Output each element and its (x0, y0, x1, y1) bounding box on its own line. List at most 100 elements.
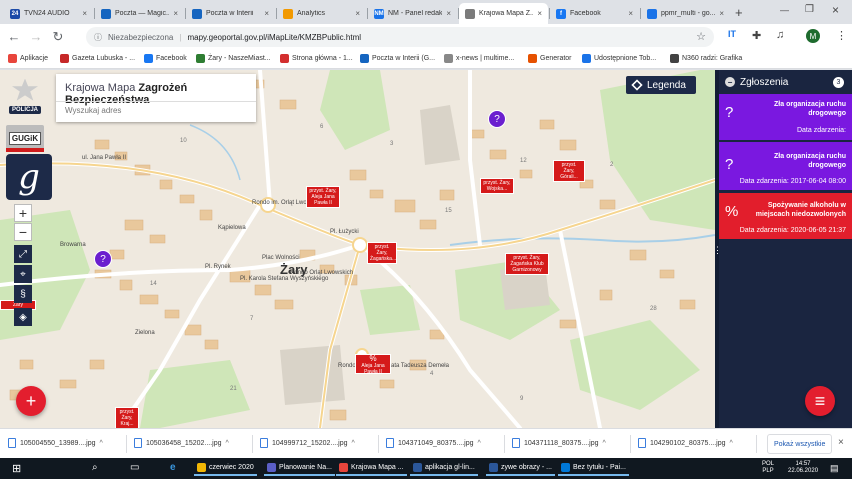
car-question-icon[interactable]: ? (488, 110, 506, 128)
close-tab-icon[interactable]: × (82, 9, 87, 18)
taskbar-app[interactable]: Bez tytułu - Pai... (558, 461, 629, 476)
forward-icon[interactable]: → (28, 29, 44, 44)
town-label: Żary (280, 262, 308, 277)
close-tab-icon[interactable]: × (173, 9, 178, 18)
edge-icon[interactable]: e (170, 462, 176, 473)
extension-icon[interactable]: IT (728, 29, 736, 39)
bookmark-item[interactable]: Gazeta Lubuska - ... (60, 54, 135, 63)
download-item[interactable]: 104371118_80375....jpg ^ (512, 438, 606, 448)
collapse-icon[interactable]: − (725, 77, 735, 87)
map-canvas[interactable]: 10 6 3 15 12 2 28 4 7 14 21 9 ul. Jana Pawła II R… (0, 70, 835, 428)
report-card[interactable]: ? Zła organizacja ruchu drogowego Data z… (719, 142, 852, 190)
close-tab-icon[interactable]: × (628, 9, 633, 18)
incident-marker[interactable]: przyst. Żary, Kraj... (115, 407, 139, 428)
locate-icon[interactable]: ⌖ (14, 265, 32, 283)
browser-tab[interactable]: NM NM - Panel redakc...× (368, 3, 457, 24)
bookmark-item[interactable]: N360 radzi: Grafika (670, 54, 742, 63)
fullscreen-icon[interactable]: ⤢ (14, 245, 32, 263)
show-all-downloads-button[interactable]: Pokaż wszystkie (767, 434, 833, 454)
close-tab-icon[interactable]: × (264, 9, 269, 18)
browser-tab[interactable]: f Facebook × (550, 3, 639, 24)
download-item[interactable]: 105036458_15202....jpg ^ (134, 438, 229, 448)
info-icon[interactable]: ⓘ (94, 32, 102, 43)
download-item[interactable]: 104290102_80375....jpg ^ (638, 438, 733, 448)
bookmark-item[interactable]: Strona główna - 1... (280, 54, 353, 63)
incident-marker[interactable]: przyst. Żary, Górali... (553, 160, 585, 182)
bookmark-item[interactable]: Aplikacje (8, 54, 48, 63)
download-item[interactable]: 105004550_13989....jpg ^ (8, 438, 103, 448)
reports-panel-title: Zgłoszenia (740, 76, 789, 88)
url-text[interactable]: mapy.geoportal.gov.pl/iMapLite/KMZBPubli… (187, 33, 361, 42)
report-card[interactable]: % Spożywanie alkoholu w miejscach niedoz… (719, 193, 852, 239)
incident-marker[interactable]: przyst. Żary, Żagańska... (367, 242, 397, 264)
chevron-up-icon[interactable]: ^ (730, 440, 733, 447)
menu-icon[interactable]: ⋮ (836, 29, 847, 42)
car-question-icon[interactable]: ? (94, 250, 112, 268)
bookmark-star-icon[interactable]: ☆ (696, 30, 706, 43)
browser-tab[interactable]: Poczta w Interii × (186, 3, 275, 24)
new-tab-button[interactable]: + (735, 5, 743, 20)
chevron-up-icon[interactable]: ^ (478, 440, 481, 447)
download-filename: 104999712_15202....jpg (272, 439, 348, 447)
browser-tab[interactable]: Krajowa Mapa Z... × (459, 3, 548, 24)
taskbar-app[interactable]: aplikacja gl-lin... (410, 461, 478, 476)
security-status: Niezabezpieczona (108, 32, 174, 42)
search-icon[interactable]: ⌕ (92, 462, 98, 473)
close-tab-icon[interactable]: × (355, 9, 360, 18)
history-icon[interactable]: § (14, 285, 32, 303)
add-report-button[interactable]: + (16, 386, 46, 416)
task-view-icon[interactable]: ▭ (130, 462, 139, 473)
puzzle-icon[interactable]: ✚ (752, 29, 761, 42)
reload-icon[interactable]: ↻ (50, 29, 66, 45)
incident-marker[interactable]: przyst. Żary, Wojska... (480, 178, 514, 194)
legend-button[interactable]: Legenda (626, 76, 696, 94)
profile-avatar[interactable]: M (806, 29, 820, 43)
close-tab-icon[interactable]: × (537, 9, 542, 18)
bookmark-item[interactable]: Udostępnione Tob... (582, 54, 656, 63)
chevron-up-icon[interactable]: ^ (100, 440, 103, 447)
input-language[interactable]: POL PLP (762, 461, 774, 475)
chevron-up-icon[interactable]: ^ (602, 440, 605, 447)
browser-tab[interactable]: ppmr_multi - go... × (641, 3, 730, 24)
taskbar-app[interactable]: czerwiec 2020 (194, 461, 257, 476)
address-bar[interactable]: ⓘ Niezabezpieczona | mapy.geoportal.gov.… (86, 27, 714, 47)
alcohol-incident-marker[interactable]: % Aleja Jana Pawła II (355, 354, 391, 375)
download-item[interactable]: 104371049_80375....jpg ^ (386, 438, 481, 448)
incident-marker[interactable]: przyst. Żary, Żagańska Klub Garnizonowy (505, 253, 549, 275)
filter-button[interactable]: ≡ (805, 386, 835, 416)
address-search-input[interactable]: Wyszukaj adres (56, 101, 256, 122)
browser-tab[interactable]: Poczta — Magic... × (95, 3, 184, 24)
chevron-up-icon[interactable]: ^ (352, 440, 355, 447)
maximize-window-icon[interactable]: ❐ (805, 4, 814, 15)
taskbar-app[interactable]: Krajowa Mapa ... (336, 461, 407, 476)
back-icon[interactable]: ← (6, 29, 22, 44)
browser-tab[interactable]: Analytics × (277, 3, 366, 24)
close-tab-icon[interactable]: × (446, 9, 451, 18)
minimize-window-icon[interactable]: — (780, 5, 789, 15)
download-item[interactable]: 104999712_15202....jpg ^ (260, 438, 355, 448)
zoom-in-button[interactable]: + (14, 204, 32, 222)
bookmark-item[interactable]: Generator (528, 54, 572, 63)
bookmark-item[interactable]: Facebook (144, 54, 187, 63)
start-icon[interactable]: ⊞ (12, 462, 21, 475)
notifications-icon[interactable]: ▤ (830, 463, 839, 474)
clock[interactable]: 14:57 22.06.2020 (788, 461, 818, 475)
reports-panel-header: − Zgłoszenia 3 (719, 70, 852, 94)
close-tab-icon[interactable]: × (719, 9, 724, 18)
close-window-icon[interactable]: × (832, 3, 839, 17)
tag-icon[interactable]: ◈ (14, 308, 32, 326)
bookmark-item[interactable]: Żary - NaszeMiast... (196, 54, 271, 63)
media-icon[interactable]: ♫ (776, 29, 784, 41)
browser-tab[interactable]: 24 TVN24 AUDIO × (4, 3, 93, 24)
bookmark-item[interactable]: x-news | multime... (444, 54, 514, 63)
download-separator (504, 435, 505, 453)
chevron-up-icon[interactable]: ^ (226, 440, 229, 447)
report-card[interactable]: ? Zła organizacja ruchu drogowego Data z… (719, 94, 852, 140)
zoom-out-button[interactable]: − (14, 223, 32, 241)
taskbar-app[interactable]: Planowanie Na... (264, 461, 335, 476)
incident-marker[interactable]: przyst. Żary, Aleja Jana Pawła II (306, 186, 340, 208)
bookmark-label: Żary - NaszeMiast... (208, 55, 271, 62)
bookmark-item[interactable]: Poczta w Interii (G... (360, 54, 435, 63)
taskbar-app[interactable]: zywe obrazy - ... (486, 461, 555, 476)
close-downloads-icon[interactable]: × (838, 437, 844, 448)
